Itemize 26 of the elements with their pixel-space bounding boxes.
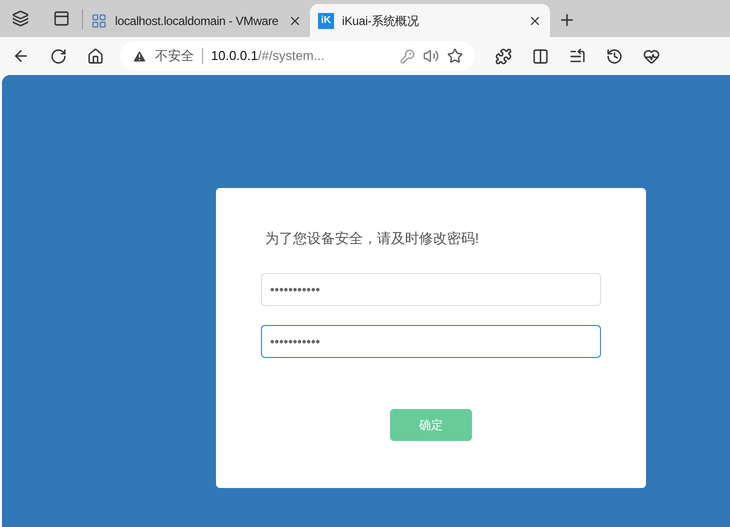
split-screen-icon[interactable]	[532, 48, 549, 64]
vm-tab-icon	[91, 12, 107, 28]
browser-tab[interactable]: localhost.localdomain - VMware	[83, 4, 310, 37]
password-field[interactable]: •••••••••••	[261, 273, 601, 306]
health-icon[interactable]	[643, 48, 660, 64]
browser-tab[interactable]: iK iKuai-系统概况	[310, 4, 550, 37]
tab-favicon: iK	[318, 12, 334, 28]
refresh-icon[interactable]	[50, 48, 67, 64]
workspaces-icon[interactable]	[12, 10, 29, 27]
star-icon[interactable]	[447, 48, 463, 64]
new-tab-icon[interactable]	[558, 11, 576, 29]
back-icon[interactable]	[12, 47, 30, 65]
address-bar[interactable]: 不安全 10.0.0.1/#/system...	[120, 41, 475, 71]
url-text: 10.0.0.1/#/system...	[211, 47, 324, 66]
dialog-message: 为了您设备安全，请及时修改密码!	[265, 229, 480, 248]
security-label: 不安全	[155, 47, 194, 66]
tab-title: localhost.localdomain - VMware	[115, 12, 280, 30]
speaker-icon[interactable]	[423, 48, 439, 64]
extensions-icon[interactable]	[495, 48, 512, 64]
tab-actions-icon[interactable]	[53, 10, 70, 27]
tab-title: iKuai-系统概况	[342, 12, 420, 30]
home-icon[interactable]	[87, 48, 104, 64]
warning-icon	[132, 48, 147, 64]
history-icon[interactable]	[606, 48, 623, 64]
key-icon[interactable]	[400, 48, 415, 64]
password-field[interactable]: •••••••••••	[261, 325, 601, 358]
